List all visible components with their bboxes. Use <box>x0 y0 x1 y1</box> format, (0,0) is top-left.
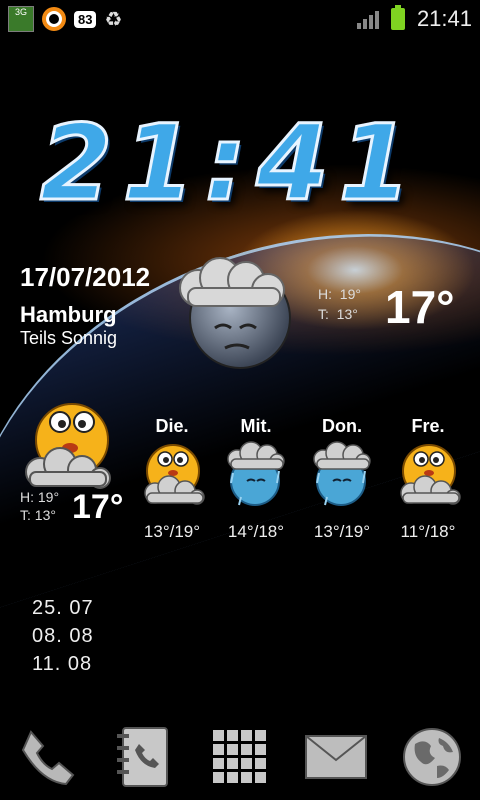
clock-widget[interactable]: 21:41 <box>39 107 460 220</box>
app-drawer-icon[interactable] <box>204 721 276 793</box>
rain-icon <box>227 441 285 506</box>
3g-icon: 3G <box>8 6 34 32</box>
list-item: 25. 07 <box>32 597 94 619</box>
weather-city: Hamburg <box>20 302 117 327</box>
forecast-range: 11°/18° <box>400 522 456 541</box>
battery-icon <box>390 5 405 30</box>
forecast-day[interactable]: Mit. 14°/18° <box>216 416 296 542</box>
forecast-range: 13°/19° <box>313 522 371 541</box>
orange-circle-icon <box>42 7 66 31</box>
recycle-icon: ♻ <box>104 8 123 31</box>
today-high-low: H: 19° T: 13° <box>20 489 60 523</box>
forecast-day-label: Don. <box>322 416 362 436</box>
badge-count: 83 <box>74 10 97 28</box>
browser-icon[interactable] <box>396 721 468 793</box>
status-bar[interactable]: 3G 83 ♻ 21:41 <box>0 0 480 38</box>
forecast-day[interactable]: Fre. 11°/18° <box>388 416 468 542</box>
forecast-range: 13°/19° <box>143 522 201 541</box>
forecast-range: 14°/18° <box>227 522 285 541</box>
contacts-icon[interactable] <box>108 721 180 793</box>
signal-icon <box>356 9 379 29</box>
main-temperature: 17° <box>385 281 455 333</box>
weather-condition: Teils Sonnig <box>20 328 118 348</box>
moon-cloud-icon[interactable] <box>170 250 300 370</box>
partly-cloudy-icon[interactable] <box>18 400 118 500</box>
list-item: 11. 08 <box>32 653 93 675</box>
list-item: 08. 08 <box>32 625 94 647</box>
forecast-day-label: Fre. <box>411 416 445 436</box>
status-time: 21:41 <box>416 6 472 31</box>
partly-cloudy-icon <box>400 444 461 505</box>
forecast-day[interactable]: Die. 13°/19° <box>132 416 212 542</box>
forecast-day-label: Die. <box>155 416 189 436</box>
forecast-day[interactable]: Don. 13°/19° <box>302 416 382 542</box>
phone-icon[interactable] <box>12 721 84 793</box>
dates-list[interactable]: 25. 07 08. 08 11. 08 <box>32 594 94 678</box>
forecast-day-label: Mit. <box>240 416 272 436</box>
partly-cloudy-icon <box>144 444 205 505</box>
weather-date: 17/07/2012 <box>20 262 151 292</box>
main-high-low: H: 19° T: 13° <box>318 286 361 322</box>
dock <box>0 714 480 800</box>
rain-icon <box>313 441 371 506</box>
today-temperature: 17° <box>72 488 124 526</box>
mail-icon[interactable] <box>300 721 372 793</box>
